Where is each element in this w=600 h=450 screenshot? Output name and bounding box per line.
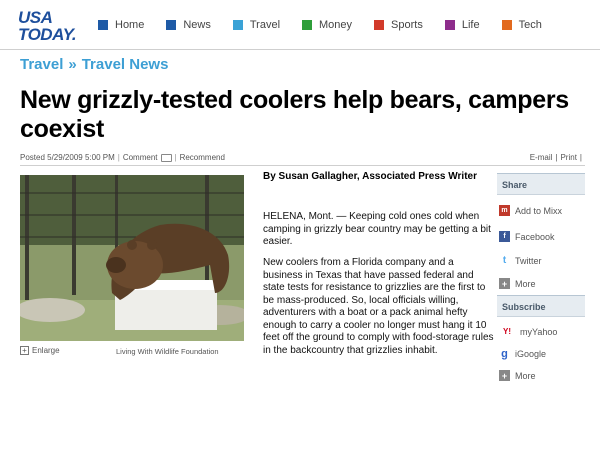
comment-link[interactable]: Comment xyxy=(123,153,158,162)
share-facebook[interactable]: f Facebook xyxy=(499,231,555,242)
meta-divider xyxy=(20,165,585,166)
share-twitter[interactable]: t Twitter xyxy=(499,255,542,266)
enlarge-label: Enlarge xyxy=(32,346,60,355)
article-tools: E-mail | Print | xyxy=(530,153,582,162)
subscribe-igoogle[interactable]: g iGoogle xyxy=(499,348,547,360)
nav-square-icon xyxy=(98,20,108,30)
facebook-icon: f xyxy=(499,231,510,242)
share-label: Add to Mixx xyxy=(515,205,563,216)
article-headline: New grizzly-tested coolers help bears, c… xyxy=(20,86,569,143)
byline: By Susan Gallagher, Associated Press Wri… xyxy=(263,171,477,182)
plus-icon: + xyxy=(499,278,510,289)
article-meta: Posted 5/29/2009 5:00 PM | Comment | Rec… xyxy=(20,153,225,162)
subscribe-label: More xyxy=(515,370,536,381)
nav-square-icon xyxy=(374,20,385,30)
subscribe-label: iGoogle xyxy=(515,348,547,359)
subscribe-heading: Subscribe xyxy=(497,295,585,317)
nav-label: Home xyxy=(115,19,145,31)
nav-square-icon xyxy=(501,20,512,30)
mixx-icon: m xyxy=(499,205,510,216)
nav-square-icon xyxy=(232,20,243,30)
nav-label: Money xyxy=(319,19,353,31)
photo-credit: Living With Wildlife Foundation xyxy=(116,347,219,356)
share-label: Twitter xyxy=(515,255,542,266)
google-icon: g xyxy=(499,348,510,360)
share-label: Facebook xyxy=(515,231,555,242)
nav-square-icon xyxy=(302,20,313,30)
meta-separator: | xyxy=(117,153,120,162)
logo-line-2: TODAY. xyxy=(18,25,77,44)
nav-label: Travel xyxy=(249,19,281,31)
breadcrumb-travel-news[interactable]: Travel News xyxy=(82,56,169,73)
print-link[interactable]: Print xyxy=(560,153,576,162)
enlarge-icon: + xyxy=(20,346,29,355)
nav-item-money[interactable]: Money xyxy=(302,19,352,31)
share-label: More xyxy=(515,278,536,289)
nav-item-travel[interactable]: Travel xyxy=(232,19,281,31)
article-paragraph-2: New coolers from a Florida company and a… xyxy=(263,257,494,356)
usa-today-logo[interactable]: USA TODAY. xyxy=(18,8,80,44)
twitter-icon: t xyxy=(499,255,510,266)
nav-item-news[interactable]: News xyxy=(166,19,211,31)
breadcrumb-separator: » xyxy=(68,56,77,73)
plus-icon: + xyxy=(499,370,510,381)
share-heading: Share xyxy=(497,173,585,195)
nav-label: News xyxy=(183,19,211,31)
meta-separator: | xyxy=(555,153,558,162)
recommend-link[interactable]: Recommend xyxy=(180,153,225,162)
enlarge-button[interactable]: + Enlarge xyxy=(20,346,60,355)
breadcrumb-travel[interactable]: Travel xyxy=(20,56,63,73)
article-paragraph-1: HELENA, Mont. — Keeping cold ones cold w… xyxy=(263,211,491,247)
main-nav: Home News Travel Money Sports Life Tech xyxy=(98,19,564,31)
share-mixx[interactable]: m Add to Mixx xyxy=(499,205,562,216)
yahoo-icon: Y! xyxy=(499,326,515,337)
nav-item-sports[interactable]: Sports xyxy=(374,19,423,31)
logo-line-1: USA xyxy=(18,8,53,27)
nav-square-icon xyxy=(166,20,177,30)
article-photo[interactable] xyxy=(20,175,244,341)
nav-item-home[interactable]: Home xyxy=(98,19,144,31)
meta-separator: | xyxy=(174,153,177,162)
meta-separator: | xyxy=(579,153,582,162)
nav-label: Tech xyxy=(518,19,542,31)
nav-label: Life xyxy=(461,19,480,31)
nav-item-life[interactable]: Life xyxy=(444,19,480,31)
nav-square-icon xyxy=(444,20,455,30)
email-link[interactable]: E-mail xyxy=(530,153,553,162)
subscribe-label: myYahoo xyxy=(520,326,558,337)
breadcrumb: Travel » Travel News xyxy=(20,56,168,73)
posted-date: Posted 5/29/2009 5:00 PM xyxy=(20,153,115,162)
subscribe-more[interactable]: + More xyxy=(499,370,536,381)
share-more[interactable]: + More xyxy=(499,278,536,289)
header-divider xyxy=(0,49,600,50)
nav-item-tech[interactable]: Tech xyxy=(501,19,542,31)
nav-label: Sports xyxy=(391,19,423,31)
comment-icon[interactable] xyxy=(160,153,172,162)
subscribe-myyahoo[interactable]: Y! myYahoo xyxy=(499,326,557,337)
